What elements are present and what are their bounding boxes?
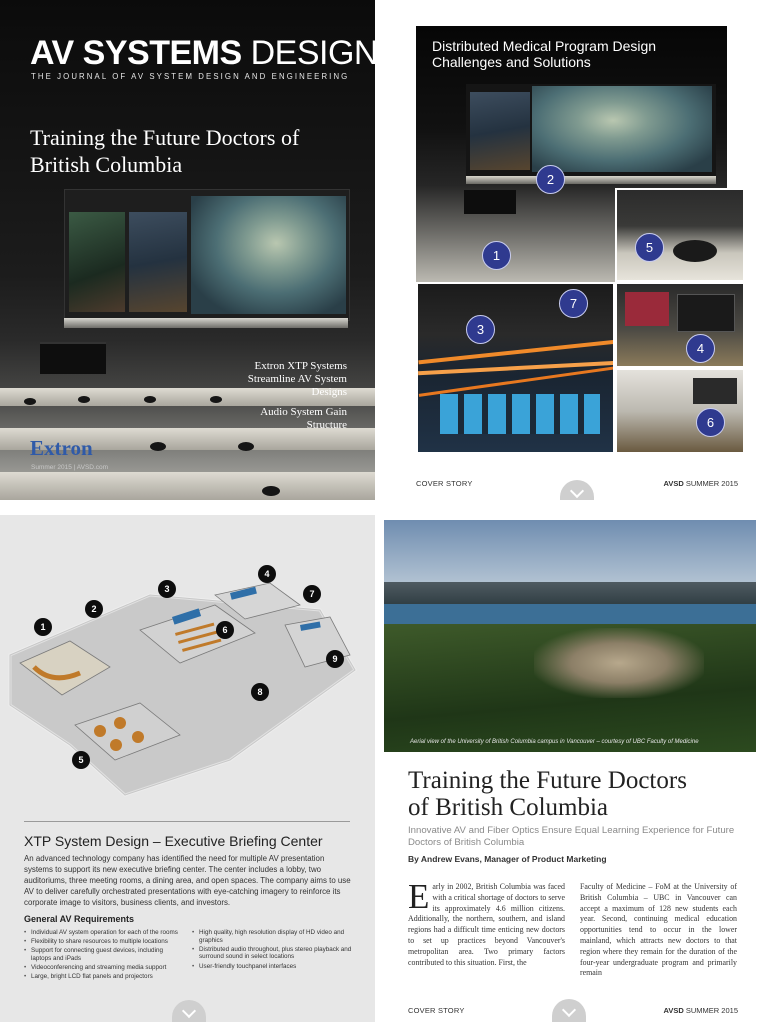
mic-base	[24, 398, 36, 405]
footer-section-label: COVER STORY	[416, 479, 473, 488]
floorplan-marker-4: 4	[258, 565, 276, 583]
footer-issue-date: SUMMER 2015	[685, 479, 738, 488]
footer-brand: AVSD	[663, 479, 684, 488]
floorplan-marker-3: 3	[158, 580, 176, 598]
photo-credit: Aerial view of the University of British…	[410, 739, 699, 745]
article-column-1-text: arly in 2002, British Columbia was faced…	[408, 882, 565, 967]
chevron-down-icon[interactable]	[552, 999, 586, 1022]
article-byline: By Andrew Evans, Manager of Product Mark…	[408, 854, 607, 864]
requirement-item: Distributed audio throughout, plus stere…	[192, 946, 352, 961]
footer-issue-date: SUMMER 2015	[685, 1006, 738, 1015]
drop-cap: E	[408, 877, 430, 916]
marker-5: 5	[635, 233, 664, 262]
masthead-bold: AV SYSTEMS	[30, 34, 242, 72]
article-title-line1: Training the Future Doctors	[408, 767, 687, 794]
requirement-item: Individual AV system operation for each …	[24, 929, 184, 937]
screen-small-grid	[69, 212, 125, 312]
section-rule	[24, 821, 350, 822]
chevron-down-icon[interactable]	[172, 1000, 206, 1022]
masthead-light: DESIGN	[250, 34, 375, 72]
cover-teaser-audio: Audio System Gain Structure	[260, 406, 347, 431]
floorplan-marker-5: 5	[72, 751, 90, 769]
tile-microphone-photo	[615, 188, 745, 282]
floorplan-marker-8: 8	[251, 683, 269, 701]
floorplan-marker-1: 1	[34, 618, 52, 636]
collage-heading: Distributed Medical Program Design Challe…	[432, 38, 656, 70]
mic-base	[144, 396, 156, 403]
mic-base	[210, 396, 222, 403]
issue-info: Summer 2015 | AVSD.com	[31, 464, 109, 471]
footer-issue: AVSD SUMMER 2015	[664, 479, 738, 488]
tile-videoconference-photo	[615, 282, 745, 368]
mic-base	[262, 486, 280, 496]
floorplan-marker-9: 9	[326, 650, 344, 668]
marker-3: 3	[466, 315, 495, 344]
floorplan-marker-2: 2	[85, 600, 103, 618]
marker-4: 4	[686, 334, 715, 363]
cover-teaser-xtp: Extron XTP Systems Streamline AV System …	[247, 360, 347, 398]
section-body: An advanced technology company has ident…	[24, 854, 351, 907]
requirements-list-left: Individual AV system operation for each …	[24, 929, 184, 983]
floorplan-page[interactable]: 1 2 3 4 5 6 7 8 9 XTP System Design – Ex…	[0, 515, 375, 1022]
collage-heading-line2: Challenges and Solutions	[432, 54, 591, 70]
extron-logo: Extron	[30, 436, 93, 460]
requirements-heading: General AV Requirements	[24, 914, 135, 924]
mic-base	[150, 442, 166, 451]
collage-heading-line1: Distributed Medical Program Design	[432, 38, 657, 54]
chevron-down-icon[interactable]	[560, 480, 594, 500]
campus-aerial-photo	[384, 520, 756, 752]
article-title-line2: of British Columbia	[408, 794, 608, 821]
marker-2: 2	[536, 165, 565, 194]
marker-7: 7	[559, 289, 588, 318]
screen-small-grid-2	[129, 212, 187, 312]
requirement-item: High quality, high resolution display of…	[192, 929, 352, 944]
tile-classroom-photo	[615, 368, 745, 454]
footer-section-label: COVER STORY	[408, 1006, 465, 1015]
article-column-1: Early in 2002, British Columbia was face…	[408, 877, 565, 968]
photo-collage-page[interactable]: Distributed Medical Program Design Challe…	[384, 0, 768, 500]
requirement-item: Large, bright LCD flat panels and projec…	[24, 973, 184, 981]
surgery-screen	[191, 196, 346, 314]
floorplan-marker-6: 6	[216, 621, 234, 639]
mic-base	[78, 396, 90, 403]
footer-brand: AVSD	[663, 1006, 684, 1015]
requirements-list-right: High quality, high resolution display of…	[192, 929, 352, 972]
marker-6: 6	[696, 408, 725, 437]
desk-row-3	[0, 472, 375, 500]
floorplan-marker-7: 7	[303, 585, 321, 603]
masthead: AV SYSTEMS DESIGN	[30, 34, 375, 73]
footer-issue: AVSD SUMMER 2015	[664, 1006, 738, 1015]
requirement-item: Videoconferencing and streaming media su…	[24, 964, 184, 972]
wall-light-strip	[64, 318, 348, 328]
article-deck: Innovative AV and Fiber Optics Ensure Eq…	[408, 825, 735, 848]
section-title: XTP System Design – Executive Briefing C…	[24, 833, 323, 849]
magazine-cover[interactable]: AV SYSTEMS DESIGN THE JOURNAL OF AV SYST…	[0, 0, 375, 500]
article-page[interactable]: Aerial view of the University of British…	[384, 515, 768, 1022]
lectern	[40, 342, 106, 374]
cover-headline: Training the Future Doctors of British C…	[30, 125, 300, 177]
masthead-subtitle: THE JOURNAL OF AV SYSTEM DESIGN AND ENGI…	[31, 72, 350, 81]
screen-wall-photo	[64, 189, 350, 321]
requirement-item: Flexibility to share resources to multip…	[24, 938, 184, 946]
classroom-screen-wall	[466, 84, 716, 176]
article-title: Training the Future Doctors of British Co…	[408, 767, 748, 821]
marker-1: 1	[482, 241, 511, 270]
requirement-item: User-friendly touchpanel interfaces	[192, 963, 352, 971]
mic-base	[238, 442, 254, 451]
article-column-2: Faculty of Medicine – FoM at the Univers…	[580, 882, 737, 978]
requirement-item: Support for connecting guest devices, in…	[24, 947, 184, 962]
